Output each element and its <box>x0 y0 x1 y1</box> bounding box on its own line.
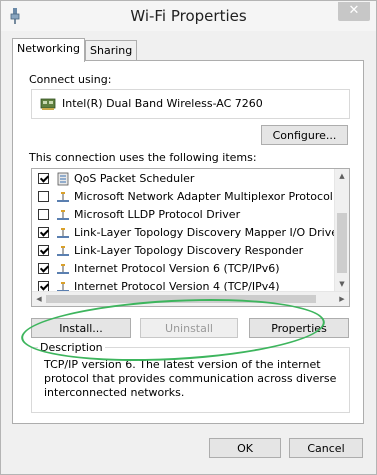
list-item[interactable]: Internet Protocol Version 6 (TCP/IPv6) <box>32 260 335 278</box>
cancel-button[interactable]: Cancel <box>289 438 363 458</box>
description-group: Description TCP/IP version 6. The latest… <box>31 341 350 413</box>
item-checkbox[interactable] <box>38 191 49 202</box>
item-label: Microsoft LLDP Protocol Driver <box>74 208 241 221</box>
tab-label: Networking <box>17 42 80 55</box>
list-item[interactable]: Link-Layer Topology Discovery Responder <box>32 242 335 260</box>
tab-label: Sharing <box>90 44 133 57</box>
list-item[interactable]: Link-Layer Topology Discovery Mapper I/O… <box>32 224 335 242</box>
vertical-scrollbar[interactable]: ▲ ▼ <box>334 169 349 291</box>
protocol-icon <box>57 192 69 202</box>
item-checkbox[interactable] <box>38 209 49 220</box>
item-checkbox[interactable] <box>38 227 49 238</box>
scheduler-icon <box>57 172 69 186</box>
window-title: Wi-Fi Properties <box>130 7 247 25</box>
vertical-scroll-thumb[interactable] <box>337 213 347 273</box>
item-checkbox[interactable] <box>38 245 49 256</box>
item-label: Link-Layer Topology Discovery Responder <box>74 244 304 257</box>
item-label: Microsoft Network Adapter Multiplexor Pr… <box>74 190 333 203</box>
network-card-icon <box>40 98 56 110</box>
scroll-down-icon[interactable]: ▼ <box>335 277 349 291</box>
description-text: TCP/IP version 6. The latest version of … <box>44 358 337 399</box>
close-button[interactable]: ✕ <box>338 2 370 21</box>
protocol-icon <box>57 210 69 220</box>
connect-using-label: Connect using: <box>29 73 112 86</box>
wifi-properties-dialog: Wi-Fi Properties ✕ Networking Sharing Co… <box>0 0 377 475</box>
list-item[interactable]: Microsoft LLDP Protocol Driver <box>32 206 335 224</box>
install-button[interactable]: Install... <box>31 318 131 338</box>
tab-networking[interactable]: Networking <box>12 38 85 62</box>
item-label: Internet Protocol Version 6 (TCP/IPv6) <box>74 262 280 275</box>
tab-sharing[interactable]: Sharing <box>85 40 138 61</box>
configure-button[interactable]: Configure... <box>261 125 348 145</box>
networking-tab-panel: Connect using: Intel(R) Dual Band Wirele… <box>12 60 364 424</box>
item-checkbox[interactable] <box>38 263 49 274</box>
item-checkbox[interactable] <box>38 173 49 184</box>
components-list[interactable]: QoS Packet Scheduler Microsoft Network Ad… <box>31 168 350 307</box>
description-title: Description <box>38 341 105 354</box>
scroll-left-icon[interactable]: ◀ <box>32 292 46 306</box>
item-label: QoS Packet Scheduler <box>74 172 195 185</box>
close-icon: ✕ <box>348 3 360 18</box>
item-label: Link-Layer Topology Discovery Mapper I/O… <box>74 226 335 239</box>
adapter-name: Intel(R) Dual Band Wireless-AC 7260 <box>62 97 263 110</box>
items-label: This connection uses the following items… <box>29 151 257 164</box>
protocol-icon <box>57 228 69 238</box>
scroll-right-icon[interactable]: ▶ <box>335 292 349 306</box>
protocol-icon <box>57 264 69 274</box>
adapter-field: Intel(R) Dual Band Wireless-AC 7260 <box>31 89 350 119</box>
protocol-icon <box>57 246 69 256</box>
ok-button[interactable]: OK <box>209 438 281 458</box>
list-item[interactable]: QoS Packet Scheduler <box>32 170 335 188</box>
horizontal-scroll-thumb[interactable] <box>46 295 316 303</box>
list-item[interactable]: Microsoft Network Adapter Multiplexor Pr… <box>32 188 335 206</box>
title-bar: Wi-Fi Properties ✕ <box>1 1 376 31</box>
uninstall-button: Uninstall <box>140 318 238 338</box>
scroll-up-icon[interactable]: ▲ <box>335 169 349 183</box>
properties-button[interactable]: Properties <box>249 318 349 338</box>
horizontal-scrollbar[interactable]: ◀ ▶ <box>32 291 349 306</box>
